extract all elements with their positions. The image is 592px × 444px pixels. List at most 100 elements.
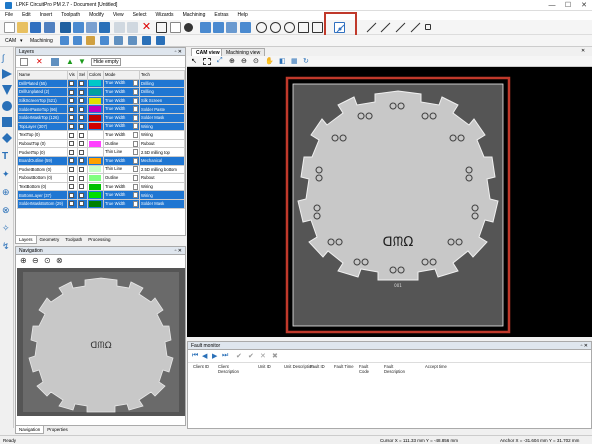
insulate-icon[interactable] [100, 36, 109, 45]
mode-dropdown-icon[interactable] [133, 192, 138, 199]
layer-tech[interactable]: Rubout [139, 173, 185, 183]
layer-name[interactable]: PocketTop (0) [17, 147, 68, 157]
board-icon[interactable] [73, 22, 84, 33]
cam-view-canvas[interactable]: ᗡᙏΩ 001 [187, 67, 592, 337]
col-colors[interactable]: Colors [87, 70, 104, 80]
layer-mode-cell[interactable]: True Width [103, 190, 140, 200]
layer-mode-cell[interactable]: True Width [103, 95, 140, 106]
mode-dropdown-icon[interactable] [133, 140, 138, 147]
col-vis[interactable]: Vis [67, 70, 78, 80]
select-checkbox[interactable] [79, 106, 84, 112]
visible-checkbox[interactable] [69, 115, 74, 121]
color-swatch[interactable] [89, 174, 101, 181]
layer-row[interactable]: TopLayer (307) True Width Wiring [17, 121, 185, 132]
zoom-in-view-icon[interactable]: ⊕ [229, 57, 235, 65]
layer-mode-cell[interactable]: True Width [103, 104, 140, 114]
layer-mode-cell[interactable]: True Width [103, 130, 140, 140]
visible-checkbox[interactable] [69, 124, 74, 130]
color-swatch[interactable] [89, 106, 101, 113]
color-swatch[interactable] [89, 88, 101, 95]
drill-icon[interactable] [86, 36, 95, 45]
panel-close-icon[interactable]: ▫ ✕ [581, 342, 588, 350]
tab-properties[interactable]: Properties [44, 426, 71, 433]
visible-checkbox[interactable] [69, 201, 74, 207]
layer-name[interactable]: SolderPasteTop (96) [17, 104, 68, 114]
color-swatch[interactable] [89, 166, 101, 173]
visible-checkbox[interactable] [69, 98, 74, 104]
layer-mode-cell[interactable]: Outline [103, 138, 140, 149]
color-swatch[interactable] [89, 140, 101, 147]
layer-tech[interactable]: Rubout [139, 138, 185, 149]
cam-dropdown[interactable]: CAM [5, 38, 16, 44]
tool-icon[interactable] [99, 22, 110, 33]
view-refresh-icon[interactable]: ↻ [303, 57, 309, 65]
redo-icon[interactable] [127, 22, 138, 33]
triangle-icon[interactable] [2, 85, 12, 95]
pad-tool-icon[interactable]: ✦ [2, 169, 12, 179]
text-tool-icon[interactable]: T [2, 151, 12, 162]
cursor-icon[interactable] [170, 22, 181, 33]
new-layer-icon[interactable] [20, 58, 28, 66]
select-checkbox[interactable] [79, 167, 84, 173]
hide-empty-button[interactable]: Hide empty [91, 58, 121, 66]
select-region-icon[interactable] [156, 22, 167, 33]
mode-dropdown-icon[interactable] [133, 106, 138, 113]
menu-modify[interactable]: Modify [84, 11, 108, 18]
tab-machining-view[interactable]: Machining view [221, 48, 266, 56]
panel-close-icon[interactable]: ▫ ✕ [175, 48, 182, 56]
layer-mode-cell[interactable]: Outline [103, 173, 140, 183]
hatch-icon[interactable]: ✧ [2, 223, 12, 233]
color-swatch[interactable] [89, 192, 101, 199]
select-checkbox[interactable] [79, 81, 84, 87]
layer-name[interactable]: SilkScreenTop (521) [17, 95, 68, 106]
layer-name[interactable]: TextTop (0) [17, 130, 68, 140]
visible-checkbox[interactable] [69, 149, 74, 155]
color-swatch[interactable] [89, 200, 101, 207]
layer-tech[interactable]: Mechanical [139, 155, 185, 166]
layer-row[interactable]: SolderMaskBottom (29) True Width Solder Ma… [17, 198, 185, 209]
layer-properties-icon[interactable] [51, 58, 59, 66]
select-checkbox[interactable] [79, 158, 84, 164]
mode-dropdown-icon[interactable] [133, 149, 138, 156]
color-swatch[interactable] [89, 149, 101, 156]
layer-tech[interactable]: Wiring [139, 121, 185, 132]
arc-icon[interactable] [256, 22, 267, 33]
zoom-out-view-icon[interactable]: ⊖ [241, 57, 247, 65]
circle-outline-icon[interactable] [284, 22, 295, 33]
pointer-icon[interactable]: ↖ [191, 57, 197, 65]
panel-close-icon[interactable]: ▫ ✕ [175, 247, 182, 255]
visible-checkbox[interactable] [69, 192, 74, 198]
zoom-out-icon[interactable]: ⊖ [32, 256, 39, 265]
layer-row[interactable]: RuboutTop (0) Outline Rubout [17, 138, 185, 149]
delete-layer-icon[interactable]: ✕ [36, 57, 43, 66]
tab-navigation[interactable]: Navigation [15, 426, 45, 434]
maximize-button[interactable]: ☐ [560, 0, 576, 11]
tool-magazine-icon[interactable] [73, 36, 82, 45]
previous-icon[interactable]: ◀ [202, 352, 207, 360]
layer-row[interactable]: BoardOutline (59) True Width Mechanical [17, 155, 185, 166]
layer-tech[interactable]: Solder Mask [139, 198, 185, 209]
layer-name[interactable]: SolderMaskBottom (29) [17, 198, 68, 209]
tab-cam-view[interactable]: CAM view [191, 48, 225, 56]
mirror-icon[interactable] [200, 22, 211, 33]
visible-checkbox[interactable] [69, 106, 74, 112]
select-checkbox[interactable] [79, 124, 84, 130]
select-checkbox[interactable] [79, 175, 84, 181]
rectangle-icon[interactable] [298, 22, 309, 33]
undo-icon[interactable] [114, 22, 125, 33]
menu-edit[interactable]: Edit [17, 11, 35, 18]
layer-tech[interactable]: Wiring [139, 190, 185, 200]
layer-mode-cell[interactable]: True Width [103, 155, 140, 166]
layer-tech[interactable]: 2.5D milling top [139, 147, 185, 157]
machining-label[interactable]: Machining [30, 38, 53, 44]
layer-name[interactable]: PocketBottom (0) [17, 164, 68, 175]
menu-extras[interactable]: Extras [209, 11, 232, 18]
mode-dropdown-icon[interactable] [133, 80, 138, 87]
layer-mode-cell[interactable]: True Width [103, 78, 140, 89]
layer-row[interactable]: SilkScreenTop (521) True Width Silk Screen [17, 95, 185, 106]
machining-start-icon[interactable] [142, 36, 151, 45]
open-folder-icon[interactable] [17, 22, 28, 33]
layer-name[interactable]: DrillUnplated (2) [17, 87, 68, 97]
zoom-fit-icon[interactable]: ⊙ [44, 256, 51, 265]
view-3d-icon[interactable]: ◧ [279, 57, 286, 65]
